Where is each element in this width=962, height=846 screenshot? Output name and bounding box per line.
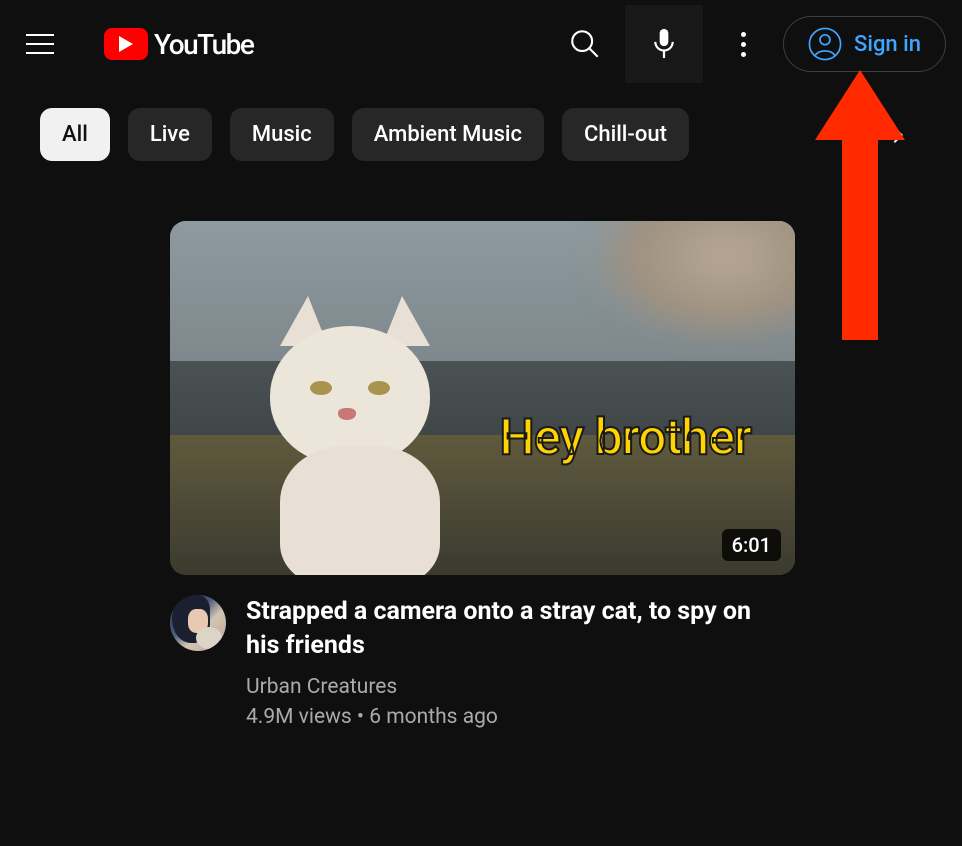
voice-search-button[interactable] [625,5,703,83]
chips-scroll-right[interactable] [874,111,922,159]
cat-illustration [260,296,460,556]
chip-chill-out[interactable]: Chill-out [562,108,689,161]
settings-menu-button[interactable] [719,20,767,68]
menu-button[interactable] [16,20,64,68]
video-stats: 4.9M views • 6 months ago [246,705,776,729]
user-icon [808,27,842,61]
video-thumbnail[interactable]: Hey brother 6:01 [170,221,795,575]
search-button[interactable] [561,20,609,68]
microphone-icon [651,26,677,62]
youtube-play-icon [104,28,148,60]
chevron-right-icon [887,124,909,146]
thumbnail-overlay-text: Hey brother [499,409,751,467]
header: YouTube Sign in [0,0,962,88]
filter-chips: All Live Music Ambient Music Chill-out [0,88,962,181]
chip-music[interactable]: Music [230,108,334,161]
video-duration: 6:01 [722,529,781,561]
signin-label: Sign in [854,32,921,57]
signin-button[interactable]: Sign in [783,16,946,72]
video-meta: Strapped a camera onto a stray cat, to s… [170,595,792,729]
video-title[interactable]: Strapped a camera onto a stray cat, to s… [246,595,776,663]
chip-ambient-music[interactable]: Ambient Music [352,108,544,161]
search-icon [568,27,602,61]
hamburger-icon [26,34,54,54]
youtube-wordmark: YouTube [154,28,253,61]
youtube-logo[interactable]: YouTube [104,28,253,61]
channel-name[interactable]: Urban Creatures [246,675,776,699]
channel-avatar[interactable] [170,595,226,651]
chip-all[interactable]: All [40,108,110,161]
kebab-icon [741,32,746,57]
chip-live[interactable]: Live [128,108,212,161]
video-card: Hey brother 6:01 Strapped a camera onto … [0,181,962,729]
